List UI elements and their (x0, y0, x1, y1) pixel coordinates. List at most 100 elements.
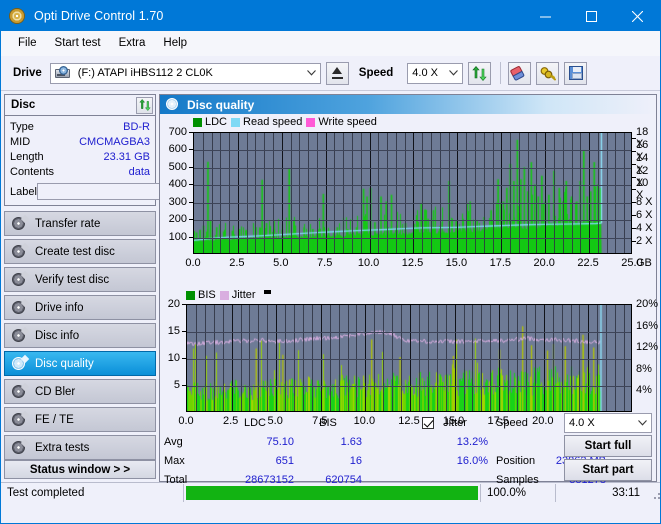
disc-panel-header: Disc (5, 95, 155, 116)
grid-line (194, 203, 631, 204)
speed-select[interactable]: 4.0 X (407, 62, 464, 84)
sidebar-item-create-test-disc[interactable]: Create test disc (4, 239, 156, 264)
y-axis-tick (182, 385, 186, 386)
x-axis-tick-label: 12.5 (401, 257, 424, 269)
jitter-checkbox[interactable] (422, 416, 434, 429)
drive-select[interactable]: (F:) ATAPI iHBS112 2 CL0K (49, 62, 321, 84)
samples-stat-label: Samples (496, 473, 539, 486)
test-speed-select[interactable]: 4.0 X (564, 413, 652, 433)
grid-line (356, 305, 357, 411)
grid-line (510, 133, 511, 253)
grid-line (241, 305, 242, 411)
save-button[interactable] (564, 61, 588, 85)
jitter-marker-icon (263, 290, 271, 294)
grid-line (378, 133, 379, 253)
grid-line (481, 305, 482, 411)
minimize-button[interactable] (522, 1, 568, 31)
close-button[interactable] (614, 1, 660, 31)
sidebar-item-verify-test-disc[interactable]: Verify test disc (4, 267, 156, 292)
erase-button[interactable] (508, 61, 532, 85)
sidebar-item-disc-info[interactable]: Disc info (4, 323, 156, 348)
sidebar-item-label: Disc quality (35, 357, 94, 370)
grid-line (554, 133, 555, 253)
grid-line (401, 305, 402, 411)
legend-item-write-speed: Write speed (306, 116, 377, 128)
disc-label-key: Label (10, 185, 37, 198)
status-window-button[interactable]: Status window > > (4, 460, 156, 479)
grid-line (396, 133, 397, 253)
grid-line (291, 133, 292, 253)
y2-axis-tick-label: 6 X (636, 209, 653, 222)
grid-line (392, 305, 393, 411)
menu-file[interactable]: File (9, 34, 46, 52)
content-area: Disc quality LDC Read speed Write speed … (159, 91, 660, 486)
sidebar-item-extra-tests[interactable]: Extra tests (4, 435, 156, 460)
menu-help[interactable]: Help (154, 34, 196, 52)
legend-label-bis: BIS (198, 289, 216, 301)
body: Disc Type BD-R MID CMCMAGBA3 Length 23.3… (1, 91, 660, 486)
stats-header-ldc: LDC (243, 416, 266, 429)
sidebar-item-drive-info[interactable]: Drive info (4, 295, 156, 320)
status-message: Test completed (7, 487, 85, 499)
x-axis-tick-label: 17.5 (489, 257, 512, 269)
x-axis-tick-label: 0.0 (185, 257, 201, 269)
stats-row-max: Max 651 16 16.0% Position 23862 MB (164, 451, 606, 470)
y-axis-tick-label: 600 (168, 143, 187, 156)
grid-line (589, 133, 590, 253)
grid-line (247, 133, 248, 253)
grid-line (535, 305, 536, 411)
start-part-button[interactable]: Start part (564, 459, 652, 481)
grid-line (519, 133, 520, 253)
tools-button[interactable] (536, 61, 560, 85)
x-axis-tick-label: 10.0 (357, 257, 380, 269)
disc-row-length-value: 23.31 GB (103, 150, 150, 163)
stats-panel: LDC BIS Jitter Speed 4.19 X Avg (160, 409, 656, 486)
eject-button[interactable] (325, 61, 349, 85)
menu-start-test[interactable]: Start test (46, 34, 110, 52)
grid-line (413, 133, 414, 253)
grid-line (484, 133, 485, 253)
grid-line (194, 238, 631, 239)
sidebar-item-cd-bler[interactable]: CD Bler (4, 379, 156, 404)
ldc-plot-area[interactable] (193, 132, 632, 254)
drive-icon (54, 66, 71, 80)
stats-max-ldc: 651 (275, 454, 294, 467)
y-axis-tick (182, 331, 186, 332)
y-axis-tick-label: 10 (167, 352, 180, 364)
refresh-button[interactable] (468, 61, 492, 85)
grid-line (387, 133, 388, 253)
disc-row-mid: MID CMCMAGBA3 (10, 134, 150, 149)
grid-line (410, 305, 411, 411)
jitter-checkbox-cell[interactable]: Jitter (418, 413, 488, 432)
grid-line (321, 305, 322, 411)
grid-line (308, 133, 309, 253)
position-stat-label: Position (496, 454, 536, 467)
grid-line (196, 305, 197, 411)
bis-plot-area[interactable] (186, 304, 632, 412)
sidebar-item-transfer-rate[interactable]: Transfer rate (4, 211, 156, 236)
jitter-label: Jitter (443, 416, 467, 429)
disc-icon (12, 214, 30, 231)
grid-line (212, 133, 213, 253)
grid-line (536, 133, 537, 253)
y2-axis-tick (632, 215, 636, 217)
menu-extra[interactable]: Extra (110, 34, 155, 52)
grid-line (317, 133, 318, 253)
grid-line (431, 133, 432, 253)
sidebar-item-disc-quality[interactable]: Disc quality (4, 351, 156, 376)
resize-grip[interactable] (648, 487, 660, 499)
grid-line (455, 305, 456, 411)
grid-line (282, 133, 283, 253)
disc-icon (12, 270, 30, 287)
legend-item-read-speed: Read speed (231, 116, 302, 128)
refresh-disc-button[interactable] (136, 96, 153, 114)
y2-axis-tick-label: 12% (636, 341, 659, 354)
start-full-button[interactable]: Start full (564, 435, 652, 457)
grid-line (615, 133, 616, 253)
eraser-icon (509, 63, 530, 83)
grid-line (449, 133, 450, 253)
y-axis-tick-label: 100 (168, 230, 187, 243)
sidebar-item-fe-te[interactable]: FE / TE (4, 407, 156, 432)
grid-line (624, 305, 625, 411)
maximize-button[interactable] (568, 1, 614, 31)
